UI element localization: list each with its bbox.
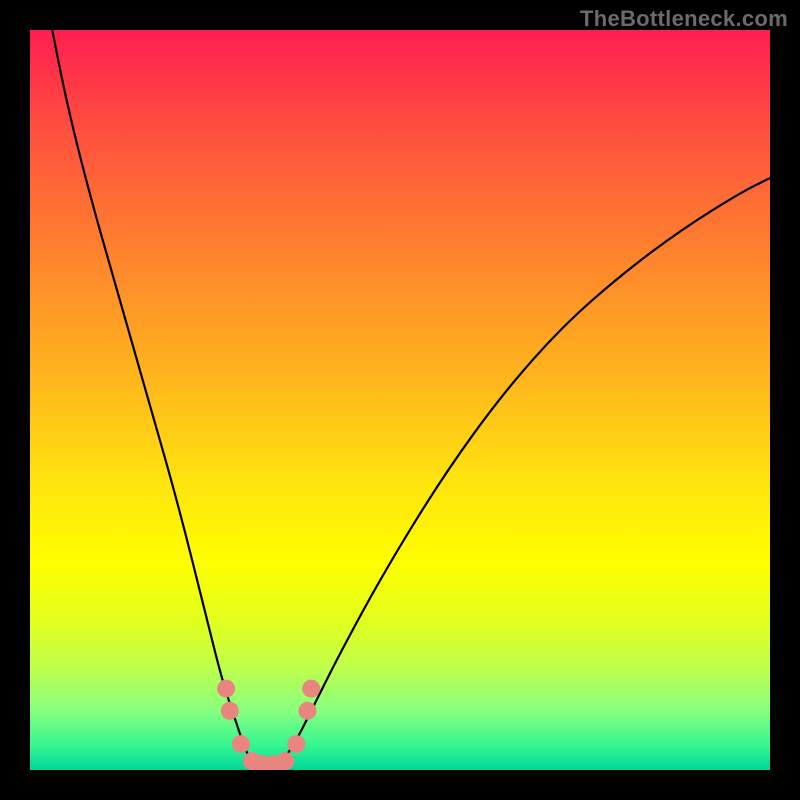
plot-area xyxy=(30,30,770,770)
threshold-marker xyxy=(232,735,250,753)
watermark-text: TheBottleneck.com xyxy=(580,6,788,32)
threshold-marker xyxy=(302,680,320,698)
chart-frame: TheBottleneck.com xyxy=(0,0,800,800)
threshold-marker xyxy=(299,702,317,720)
curve-layer xyxy=(30,30,770,770)
bottleneck-curve xyxy=(52,30,770,770)
threshold-marker xyxy=(217,680,235,698)
threshold-marker xyxy=(287,735,305,753)
threshold-marker xyxy=(276,752,294,770)
threshold-marker xyxy=(221,702,239,720)
